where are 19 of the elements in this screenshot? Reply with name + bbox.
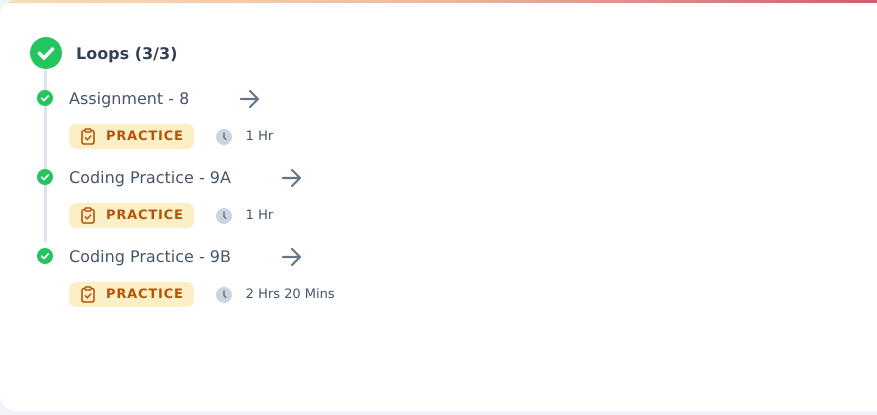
clock-icon	[216, 208, 232, 224]
item-title-link[interactable]: Coding Practice - 9B	[69, 242, 231, 272]
duration-text: 2 Hrs 20 Mins	[246, 287, 335, 302]
arrow-right-icon[interactable]	[280, 168, 303, 188]
practice-tag: PRACTICE	[69, 282, 194, 307]
clipboard-icon	[81, 286, 95, 303]
practice-tag: PRACTICE	[69, 203, 194, 228]
clipboard-icon	[81, 128, 95, 145]
clock-icon	[216, 128, 232, 144]
clipboard-icon	[81, 207, 95, 224]
duration-text: 1 Hr	[246, 208, 274, 223]
arrow-right-icon[interactable]	[239, 89, 262, 109]
item-title-link[interactable]: Assignment - 8	[69, 84, 190, 114]
arrow-right-icon[interactable]	[280, 247, 303, 267]
clock-icon	[216, 286, 232, 302]
duration-text: 1 Hr	[246, 129, 274, 144]
module-title: Loops (3/3)	[76, 44, 178, 62]
practice-tag: PRACTICE	[69, 124, 194, 149]
item-title-link[interactable]: Coding Practice - 9A	[69, 163, 231, 193]
